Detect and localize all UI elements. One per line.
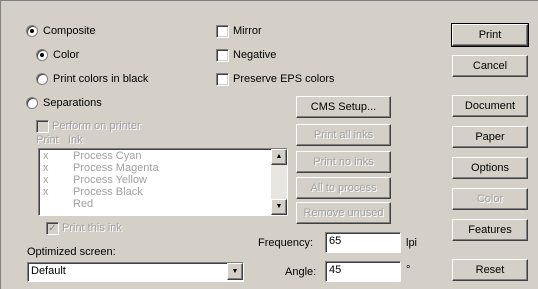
- perform-on-printer-label: Perform on printer: [52, 120, 141, 132]
- ink-name: Process Yellow: [73, 174, 147, 186]
- mirror-checkbox[interactable]: Mirror: [216, 25, 262, 41]
- angle-input[interactable]: 45: [325, 261, 401, 282]
- angle-unit: °: [406, 264, 411, 276]
- optimized-screen-dropdown[interactable]: Default ▼: [27, 262, 244, 282]
- cms-setup-button[interactable]: CMS Setup...: [296, 96, 391, 118]
- color-label: Color: [53, 49, 80, 61]
- print-colors-in-black-label: Print colors in black: [53, 73, 149, 85]
- composite-label: Composite: [43, 25, 96, 37]
- negative-label: Negative: [233, 49, 277, 61]
- ink-print-mark: x: [43, 174, 49, 186]
- preserve-eps-checkbox[interactable]: Preserve EPS colors: [216, 73, 334, 89]
- optimized-screen-label: Optimized screen:: [27, 246, 116, 258]
- print-colors-in-black-radio[interactable]: Print colors in black: [36, 73, 148, 88]
- frequency-unit: lpi: [406, 237, 418, 249]
- color-button[interactable]: Color: [452, 188, 528, 210]
- print-button[interactable]: Print: [451, 23, 529, 47]
- ink-name: Red: [73, 198, 94, 210]
- composite-radio-circle[interactable]: [26, 25, 38, 37]
- color-radio[interactable]: Color: [36, 49, 79, 64]
- separations-label: Separations: [43, 97, 102, 109]
- ink-name: Process Magenta: [73, 162, 159, 174]
- print-this-ink-box[interactable]: ✓: [46, 222, 59, 235]
- optimized-screen-value: Default: [31, 265, 66, 277]
- column-header-print: Print: [36, 134, 59, 146]
- document-button[interactable]: Document: [452, 95, 528, 117]
- print-this-ink-label: Print this ink: [62, 222, 122, 234]
- negative-checkbox[interactable]: Negative: [216, 49, 276, 65]
- print-no-inks-button[interactable]: Print no inks: [296, 151, 391, 173]
- separations-radio-circle[interactable]: [26, 97, 38, 109]
- print-this-ink-checkbox[interactable]: ✓ Print this ink: [46, 222, 122, 235]
- frequency-label: Frequency:: [258, 237, 314, 249]
- perform-on-printer-box[interactable]: [36, 120, 49, 133]
- negative-checkbox-box[interactable]: [216, 49, 229, 62]
- mirror-label: Mirror: [233, 25, 262, 37]
- chevron-down-icon[interactable]: ▼: [227, 263, 243, 280]
- ink-list-scrollbar[interactable]: ▲ ▼: [271, 149, 287, 215]
- preserve-eps-label: Preserve EPS colors: [233, 73, 335, 85]
- column-header-ink: Ink: [68, 134, 83, 146]
- reset-button[interactable]: Reset: [452, 259, 528, 281]
- ink-print-mark: x: [43, 150, 49, 162]
- mirror-checkbox-box[interactable]: [216, 25, 229, 38]
- cancel-button[interactable]: Cancel: [452, 55, 528, 77]
- ink-name: Process Cyan: [73, 150, 142, 162]
- print-colors-in-black-circle[interactable]: [36, 73, 48, 85]
- scroll-down-arrow-icon[interactable]: ▼: [271, 199, 287, 215]
- top-edge: [0, 0, 538, 1]
- frequency-input[interactable]: 65: [325, 232, 401, 253]
- preserve-eps-checkbox-box[interactable]: [216, 73, 229, 86]
- ink-list[interactable]: x Process Cyan x Process Magenta x Proce…: [38, 148, 288, 216]
- print-all-inks-button[interactable]: Print all inks: [296, 124, 391, 146]
- composite-radio[interactable]: Composite: [26, 25, 96, 40]
- ink-name: Process Black: [73, 186, 143, 198]
- separations-radio[interactable]: Separations: [26, 97, 102, 112]
- color-radio-circle[interactable]: [36, 49, 48, 61]
- scroll-up-arrow-icon[interactable]: ▲: [271, 149, 287, 165]
- angle-value: 45: [329, 264, 342, 276]
- paper-button[interactable]: Paper: [452, 126, 528, 148]
- features-button[interactable]: Features: [452, 219, 528, 241]
- angle-label: Angle:: [285, 266, 317, 278]
- remove-unused-button[interactable]: Remove unused: [296, 202, 391, 224]
- options-button[interactable]: Options: [452, 157, 528, 179]
- left-edge: [0, 0, 1, 289]
- all-to-process-button[interactable]: All to process: [296, 177, 391, 199]
- ink-print-mark: x: [43, 162, 49, 174]
- frequency-value: 65: [329, 235, 342, 247]
- ink-print-mark: x: [43, 186, 49, 198]
